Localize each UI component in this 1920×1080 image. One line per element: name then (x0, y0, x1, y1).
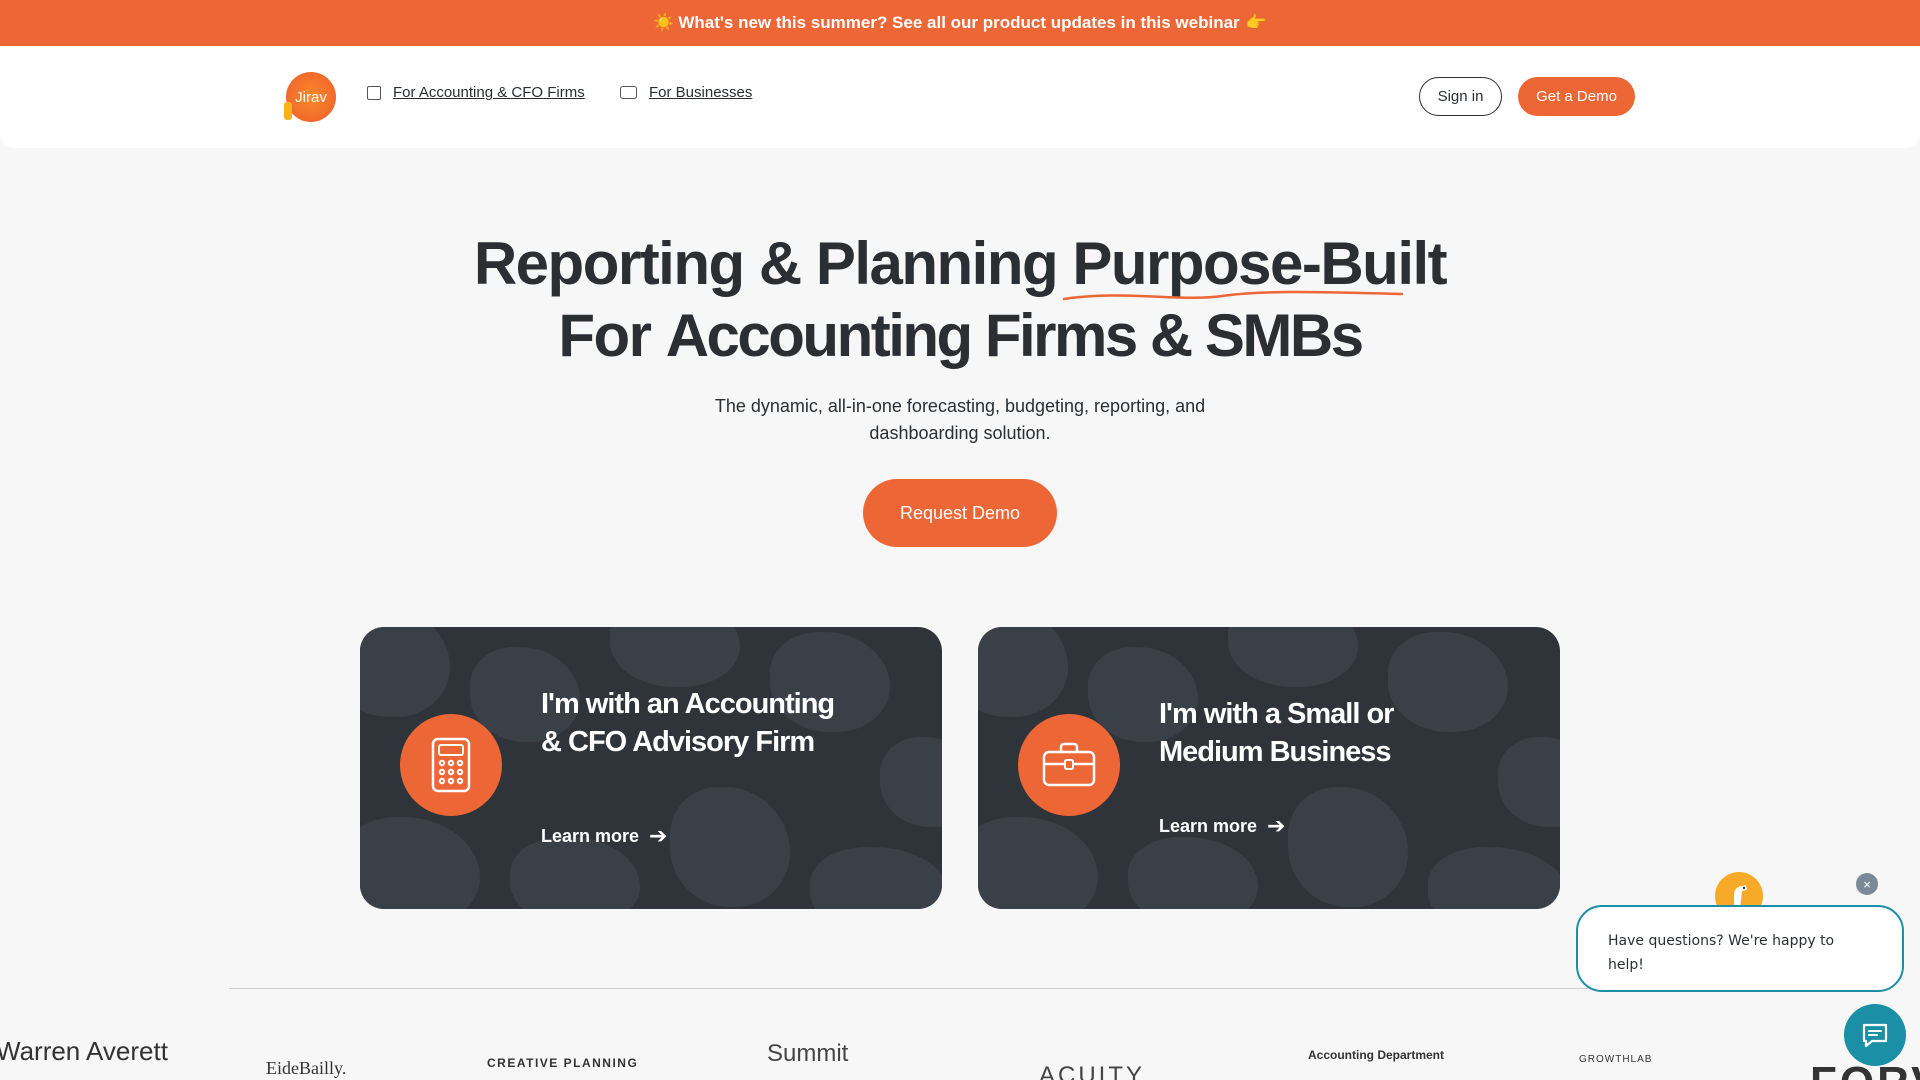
growthlab-logo: GROWTHLAB (1579, 1054, 1653, 1065)
learn-more-link[interactable]: Learn more ➔ (1159, 813, 1285, 839)
pointing-hand-icon: 👉 (1245, 13, 1267, 32)
hero-title: Reporting & Planning Purpose-Built For A… (0, 228, 1920, 372)
nav-businesses-label: For Businesses (649, 84, 753, 101)
client-logos-strip: Warren Averett EideBailly. CREATIVE PLAN… (0, 1020, 1920, 1080)
calculator-icon-circle (400, 714, 502, 816)
learn-more-label: Learn more (1159, 815, 1258, 836)
calculator-icon (431, 737, 471, 793)
creative-planning-logo: CREATIVE PLANNING (487, 1056, 639, 1070)
request-demo-button[interactable]: Request Demo (863, 479, 1057, 547)
underline-swash (1062, 290, 1404, 301)
giraffe-mark-icon (284, 102, 292, 120)
hero-line-2-bold: Accounting Firms & SMBs (665, 302, 1364, 369)
hero-line-2-prefix: For (558, 302, 666, 369)
logo-text: Jirav (295, 88, 327, 106)
site-header: Jirav For Accounting & CFO Firms For Bus… (0, 46, 1920, 148)
eide-bailly-logo: EideBailly. (266, 1058, 347, 1078)
accounting-firm-card[interactable]: I'm with an Accounting & CFO Advisory Fi… (360, 627, 942, 909)
card-title: I'm with a Small or Medium Business (1159, 698, 1394, 768)
chat-greeting-bubble[interactable]: Have questions? We're happy to help! (1576, 905, 1904, 992)
chat-icon (1862, 1023, 1888, 1048)
accounting-department-logo: Accounting Department (1308, 1048, 1445, 1062)
chat-close-button[interactable]: × (1856, 873, 1878, 895)
section-divider (229, 988, 1691, 989)
arrow-right-icon: ➔ (1267, 813, 1286, 838)
get-demo-button[interactable]: Get a Demo (1518, 77, 1635, 116)
hero-line-2: For Accounting Firms & SMBs (0, 300, 1920, 372)
warren-averett-logo: Warren Averett (0, 1036, 168, 1066)
small-business-card[interactable]: I'm with a Small or Medium Business Lear… (978, 627, 1560, 909)
announcement-banner[interactable]: ☀️ What's new this summer? See all our p… (0, 0, 1920, 46)
briefcase-icon (1042, 742, 1096, 787)
arrow-right-icon: ➔ (649, 823, 668, 848)
building-icon (367, 85, 381, 100)
banner-text[interactable]: What's new this summer? See all our prod… (678, 13, 1239, 33)
briefcase-icon (620, 86, 637, 99)
acuity-logo: ACUITY (1039, 1062, 1146, 1080)
learn-more-link[interactable]: Learn more ➔ (541, 823, 667, 849)
nav-businesses[interactable]: For Businesses (620, 84, 752, 101)
briefcase-icon-circle (1018, 714, 1120, 816)
sun-icon: ☀️ (653, 13, 675, 32)
chat-launcher-button[interactable] (1844, 1004, 1906, 1066)
nav-accounting-label: For Accounting & CFO Firms (393, 84, 585, 101)
learn-more-label: Learn more (541, 825, 640, 846)
card-title: I'm with an Accounting & CFO Advisory Fi… (541, 688, 835, 758)
hero-subtitle: The dynamic, all-in-one forecasting, bud… (714, 396, 1206, 443)
jirav-logo[interactable]: Jirav (284, 72, 336, 122)
sign-in-button[interactable]: Sign in (1419, 77, 1502, 116)
summit-logo: Summit (767, 1040, 849, 1067)
nav-accounting-firms[interactable]: For Accounting & CFO Firms (367, 84, 585, 101)
